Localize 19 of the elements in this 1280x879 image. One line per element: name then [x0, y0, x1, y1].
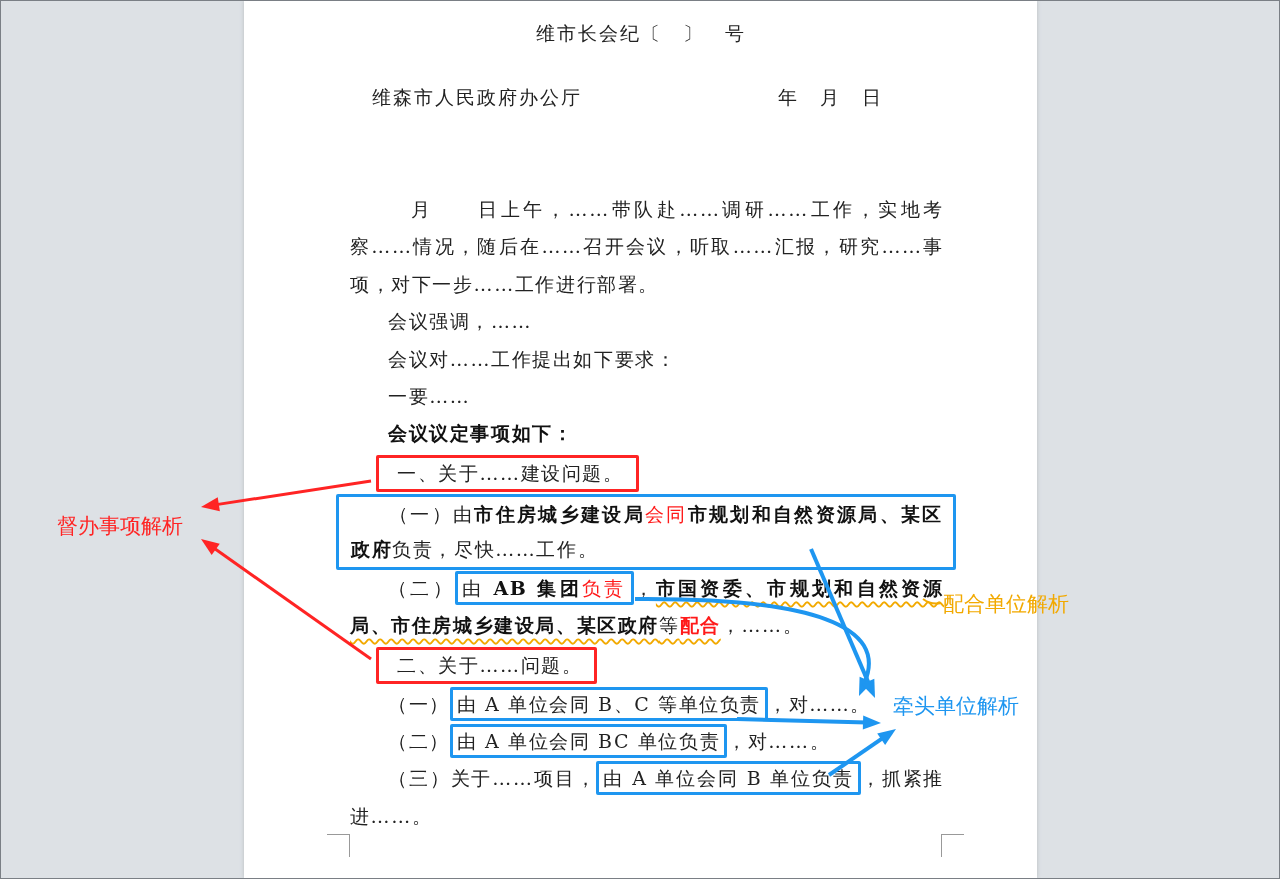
body-paragraph: 会议议定事项如下：	[387, 421, 575, 447]
body-paragraph: 一要……	[387, 384, 472, 410]
issue-date: 年 月 日	[778, 85, 883, 110]
boxed-paragraph: 二、关于……问题。	[376, 646, 598, 684]
body-paragraph: 会议对……工作提出如下要求：	[387, 346, 678, 372]
boxed-paragraph: （一）由 市住房城乡建设局会同 市规划和自然资源局、某区政府负责，尽快……工作。	[336, 493, 956, 570]
body-paragraph: （三）关于……项目， 由 A 单位会同 B 单位负责 ，抓紧推进……。	[350, 760, 944, 836]
annotation-label: 牵头单位解析	[893, 693, 1019, 720]
annotation-label: 配合单位解析	[943, 591, 1069, 618]
body-paragraph: （二） 由 A 单位会同 BC 单位负责 ，对……。	[350, 723, 944, 761]
leader-line	[922, 598, 942, 605]
boxed-paragraph: 一、关于……建设问题。	[376, 454, 639, 492]
issuer-name: 维森市人民政府办公厅	[372, 85, 582, 110]
body-paragraph: 月 日上午，……带队赴……调研……工作，实地考察……情况，随后在……召开会议，听取……汇报，研究……事项，对下一步……工作进行部署。	[350, 197, 944, 297]
document-number: 维市长会纪〔 〕 号	[534, 21, 747, 46]
annotation-label: 督办事项解析	[57, 513, 183, 540]
body-paragraph: 会议强调，……	[387, 309, 534, 335]
page-corner-mark	[327, 834, 350, 857]
page-corner-mark	[941, 834, 964, 857]
